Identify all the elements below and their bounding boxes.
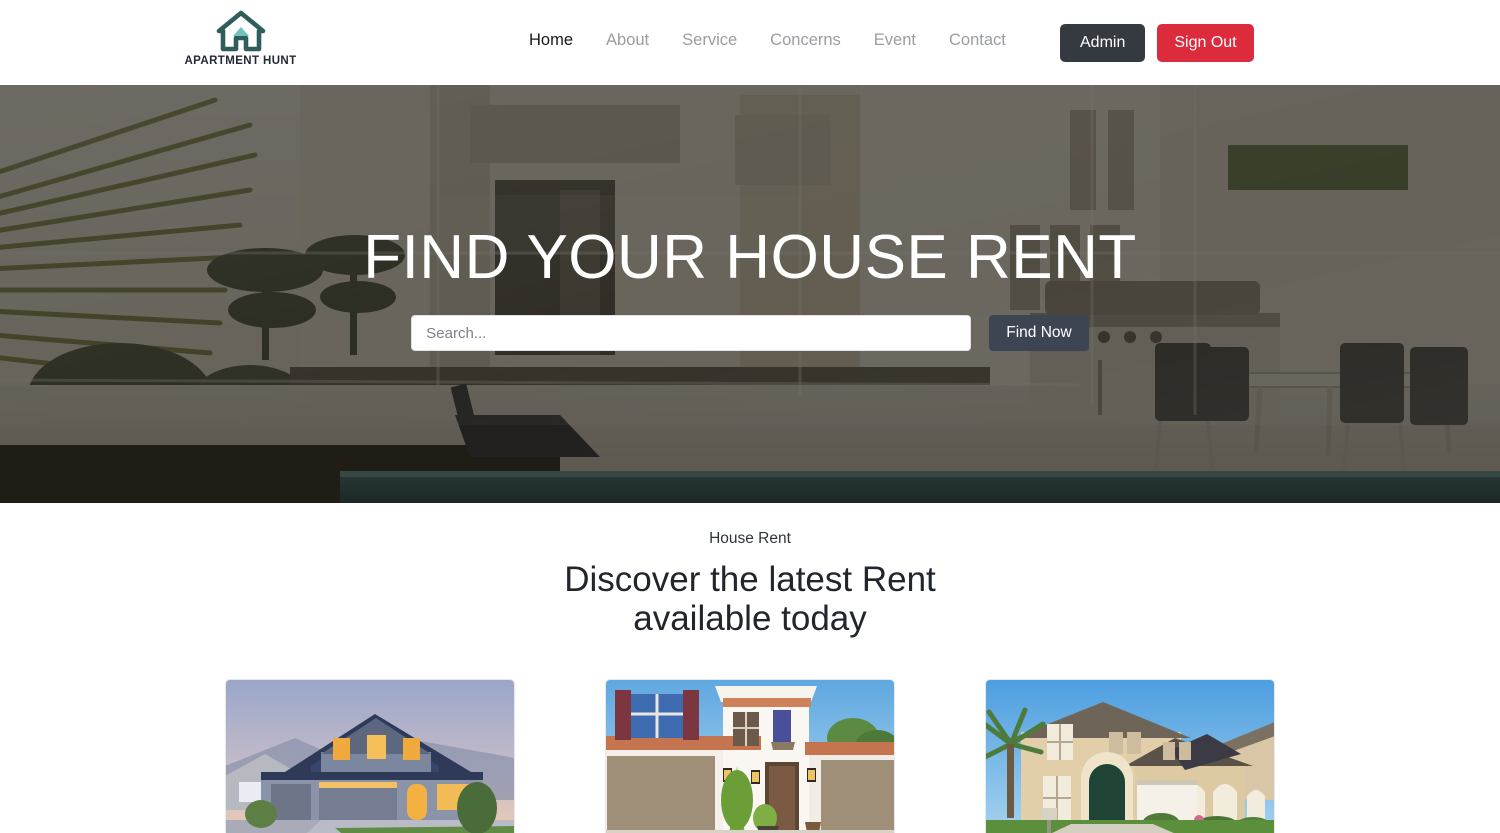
listing-photo [986, 680, 1274, 833]
nav-item-service[interactable]: Service [682, 31, 737, 50]
section-eyebrow: House Rent [709, 530, 791, 547]
house-outline-icon [215, 10, 267, 52]
section-title-line-1: Discover the latest Rent [564, 560, 936, 599]
hero-search-bar: Find Now [411, 315, 1089, 352]
sign-out-button[interactable]: Sign Out [1157, 24, 1254, 62]
main-nav: Home About Service Concerns Event Contac… [529, 31, 1006, 50]
brand-name: APARTMENT HUNT [184, 55, 297, 67]
section-title: Discover the latest Rent available today [0, 560, 1500, 638]
site-header: APARTMENT HUNT Home About Service Concer… [0, 0, 1500, 85]
hero-content: FIND YOUR HOUSE RENT Find Now [0, 85, 1500, 503]
hero-title: FIND YOUR HOUSE RENT [363, 222, 1137, 292]
brand-logo[interactable]: APARTMENT HUNT [184, 10, 296, 67]
listing-card[interactable] [605, 679, 895, 833]
listing-cards-row [0, 679, 1500, 833]
admin-button[interactable]: Admin [1060, 24, 1146, 62]
nav-item-concerns[interactable]: Concerns [770, 31, 841, 50]
nav-item-home[interactable]: Home [529, 31, 573, 50]
listings-section: House Rent Discover the latest Rent avai… [0, 503, 1500, 833]
listing-photo [606, 680, 894, 833]
listing-photo [226, 680, 514, 833]
nav-item-event[interactable]: Event [874, 31, 916, 50]
section-title-line-2: available today [633, 599, 867, 639]
find-now-button[interactable]: Find Now [989, 315, 1089, 352]
listing-card[interactable] [225, 679, 515, 833]
hero-banner: FIND YOUR HOUSE RENT Find Now [0, 85, 1500, 503]
nav-item-contact[interactable]: Contact [949, 31, 1006, 50]
nav-item-about[interactable]: About [606, 31, 649, 50]
listing-card[interactable] [985, 679, 1275, 833]
search-input[interactable] [411, 315, 972, 352]
header-actions: Admin Sign Out [1060, 24, 1254, 62]
